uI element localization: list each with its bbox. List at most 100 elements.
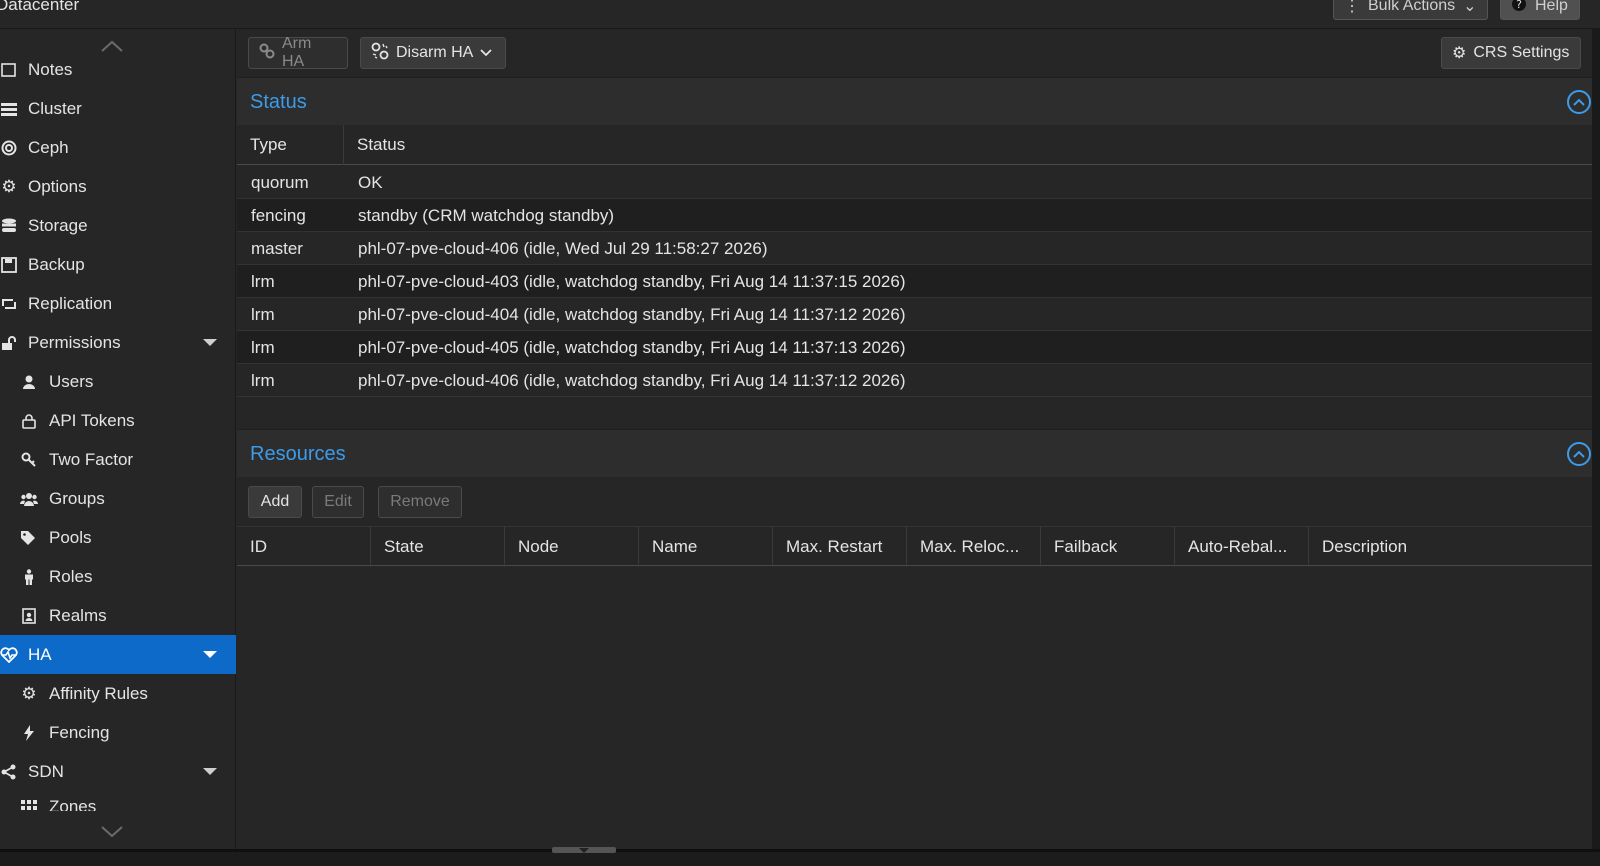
unlink-icon xyxy=(371,42,389,65)
status-panel-header: Status xyxy=(237,77,1600,125)
sdn-icon xyxy=(0,763,18,781)
chevron-down-icon: ⌄ xyxy=(1463,0,1477,15)
edit-resource-button[interactable]: Edit xyxy=(312,486,364,518)
add-resource-button[interactable]: Add xyxy=(248,486,302,518)
header-bar: Datacenter ⋮ Bulk Actions ⌄ ? Help xyxy=(0,0,1600,29)
cluster-icon xyxy=(0,100,18,118)
sidebar-item-fencing[interactable]: Fencing xyxy=(0,713,236,752)
sidebar-item-two-factor[interactable]: Two Factor xyxy=(0,440,236,479)
arm-ha-label: Arm HA xyxy=(282,35,312,70)
users-icon xyxy=(20,490,38,508)
unlock-icon xyxy=(0,334,18,352)
sidebar-item-backup[interactable]: Backup xyxy=(0,245,236,284)
column-header-state[interactable]: State xyxy=(371,527,505,567)
splitter-handle[interactable] xyxy=(552,847,616,853)
sidebar-item-sdn[interactable]: SDN xyxy=(0,752,236,791)
help-button[interactable]: ? Help xyxy=(1500,0,1580,20)
breadcrumb[interactable]: Datacenter xyxy=(0,0,79,15)
log-panel-bar xyxy=(0,849,1600,866)
app-window: Datacenter ⋮ Bulk Actions ⌄ ? Help Notes… xyxy=(0,0,1600,866)
disarm-ha-label: Disarm HA xyxy=(396,44,474,61)
sidebar-item-zones[interactable]: Zones xyxy=(0,791,236,811)
sidebar-item-groups[interactable]: Groups xyxy=(0,479,236,518)
column-header-status[interactable]: Status xyxy=(344,125,1600,165)
column-header-id[interactable]: ID xyxy=(237,527,371,567)
column-header-max-relocate[interactable]: Max. Reloc... xyxy=(907,527,1041,567)
gear-icon: ⚙ xyxy=(1,176,17,196)
expand-caret-icon[interactable] xyxy=(203,651,217,658)
grid-icon xyxy=(20,797,38,811)
heartbeat-icon xyxy=(0,646,18,664)
sidebar-item-notes[interactable]: Notes xyxy=(0,50,236,89)
database-icon xyxy=(0,217,18,235)
collapse-status-button[interactable] xyxy=(1567,90,1591,114)
table-row[interactable]: lrm phl-07-pve-cloud-405 (idle, watchdog … xyxy=(237,331,1600,364)
sidebar-item-api-tokens[interactable]: API Tokens xyxy=(0,401,236,440)
sidebar-item-affinity-rules[interactable]: ⚙ Affinity Rules xyxy=(0,674,236,713)
table-row[interactable]: lrm phl-07-pve-cloud-403 (idle, watchdog … xyxy=(237,265,1600,298)
sidebar-item-pools[interactable]: Pools xyxy=(0,518,236,557)
table-row[interactable]: master phl-07-pve-cloud-406 (idle, Wed Ju… xyxy=(237,232,1600,265)
ceph-icon xyxy=(0,139,18,157)
column-header-type[interactable]: Type xyxy=(237,125,344,165)
sidebar-item-replication[interactable]: Replication xyxy=(0,284,236,323)
table-row[interactable]: lrm phl-07-pve-cloud-404 (idle, watchdog … xyxy=(237,298,1600,331)
crs-settings-label: CRS Settings xyxy=(1473,44,1570,61)
status-grid-body: quorum OK fencing standby (CRM watchdog st… xyxy=(237,166,1600,397)
crs-settings-button[interactable]: ⚙ CRS Settings xyxy=(1441,37,1581,69)
user-icon xyxy=(20,373,38,391)
disarm-ha-button[interactable]: Disarm HA xyxy=(360,37,506,69)
question-icon: ? xyxy=(1511,0,1527,17)
expand-caret-icon[interactable] xyxy=(203,768,217,775)
sidebar-item-permissions[interactable]: Permissions xyxy=(0,323,236,362)
arm-ha-button[interactable]: Arm HA xyxy=(248,35,348,70)
svg-text:?: ? xyxy=(1516,0,1522,11)
sidebar-item-storage[interactable]: Storage xyxy=(0,206,236,245)
sidebar-item-ha[interactable]: HA xyxy=(0,635,236,674)
status-grid-header: Type Status xyxy=(237,125,1600,165)
column-header-max-restart[interactable]: Max. Restart xyxy=(773,527,907,567)
chevron-up-icon xyxy=(1573,450,1585,458)
remove-resource-button[interactable]: Remove xyxy=(378,486,462,518)
sidebar-item-users[interactable]: Users xyxy=(0,362,236,401)
resources-panel-header: Resources xyxy=(237,429,1600,477)
resources-panel-title: Resources xyxy=(250,443,346,465)
key-icon xyxy=(20,451,38,469)
column-header-failback[interactable]: Failback xyxy=(1041,527,1175,567)
bulk-actions-button[interactable]: ⋮ Bulk Actions ⌄ xyxy=(1333,0,1488,20)
status-panel-title: Status xyxy=(250,91,307,113)
window-edge xyxy=(1592,29,1600,849)
sidebar-item-cluster[interactable]: Cluster xyxy=(0,89,236,128)
column-header-name[interactable]: Name xyxy=(639,527,773,567)
table-row[interactable]: lrm phl-07-pve-cloud-406 (idle, watchdog … xyxy=(237,364,1600,397)
sidebar-item-options[interactable]: ⚙ Options xyxy=(0,167,236,206)
chevron-up-icon xyxy=(1573,98,1585,106)
replication-icon xyxy=(0,295,18,313)
sidebar-nav: Notes Cluster Ceph ⚙ Options Storage Bac… xyxy=(0,50,236,811)
column-header-description[interactable]: Description xyxy=(1309,527,1600,567)
gears-icon: ⚙ xyxy=(21,683,37,703)
chevron-down-icon xyxy=(480,44,492,62)
sidebar-item-ceph[interactable]: Ceph xyxy=(0,128,236,167)
sidebar-item-roles[interactable]: Roles xyxy=(0,557,236,596)
main-panel: Arm HA Disarm HA ⚙ CRS Settings Status T… xyxy=(237,29,1600,849)
notes-icon xyxy=(0,61,18,79)
help-label: Help xyxy=(1535,0,1568,14)
table-row[interactable]: quorum OK xyxy=(237,166,1600,199)
sidebar-item-realms[interactable]: Realms xyxy=(0,596,236,635)
link-icon xyxy=(259,43,275,64)
floppy-icon xyxy=(0,256,18,274)
gears-icon: ⚙ xyxy=(1452,45,1467,62)
resources-toolbar: Add Edit Remove xyxy=(237,477,1600,525)
sidebar: Notes Cluster Ceph ⚙ Options Storage Bac… xyxy=(0,29,236,849)
expand-caret-icon[interactable] xyxy=(203,339,217,346)
table-row[interactable]: fencing standby (CRM watchdog standby) xyxy=(237,199,1600,232)
lock-icon xyxy=(20,412,38,430)
resources-grid-header: ID State Node Name Max. Restart Max. Rel… xyxy=(237,526,1600,567)
bulk-actions-label: Bulk Actions xyxy=(1368,0,1456,14)
scroll-down-icon[interactable] xyxy=(100,825,124,839)
column-header-node[interactable]: Node xyxy=(505,527,639,567)
column-header-auto-rebalance[interactable]: Auto-Rebal... xyxy=(1175,527,1309,567)
ellipsis-vertical-icon: ⋮ xyxy=(1344,0,1360,15)
collapse-resources-button[interactable] xyxy=(1567,442,1591,466)
